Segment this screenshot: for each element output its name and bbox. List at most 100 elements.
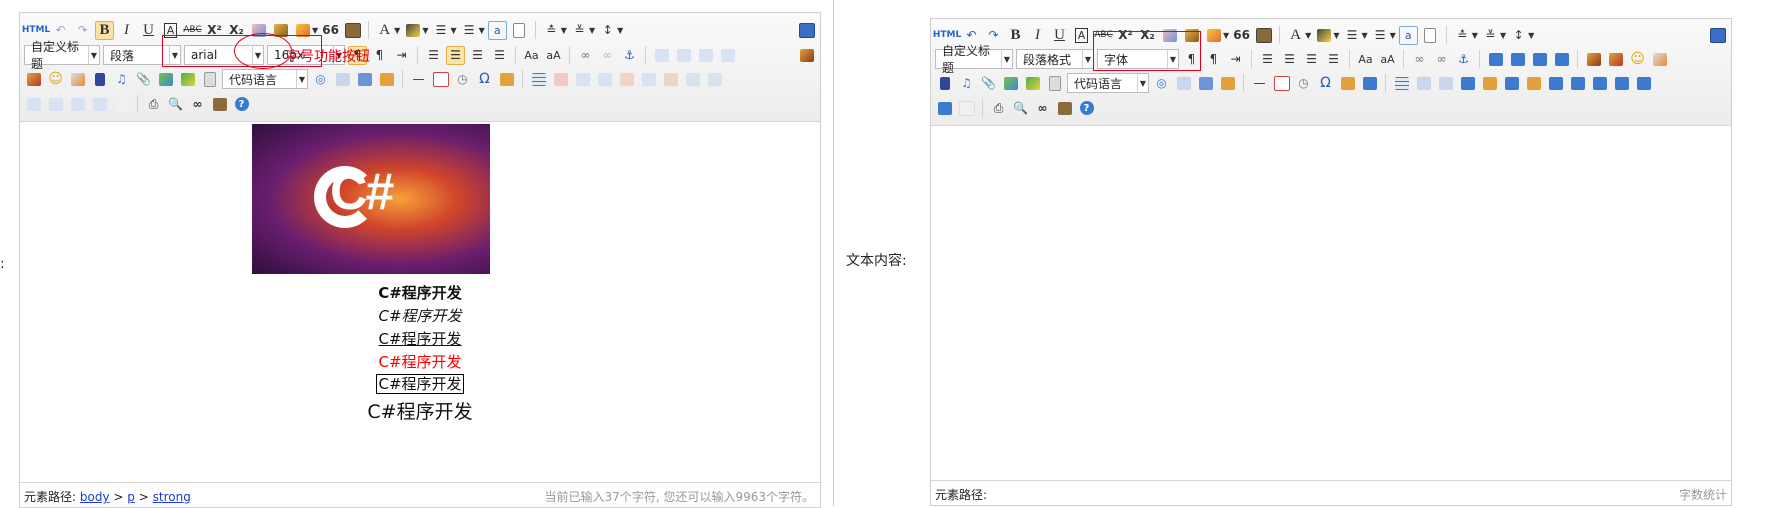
content-line-bordered[interactable]: C#程序开发	[20, 373, 820, 394]
splittocells-button[interactable]	[1612, 74, 1631, 93]
justify-center-button[interactable]: ☰	[1280, 50, 1299, 69]
help-button[interactable]: ?	[232, 95, 251, 114]
justify-left-button[interactable]: ☰	[424, 46, 443, 65]
attachment-button[interactable]: 📎	[979, 74, 998, 93]
insertrow-button[interactable]	[595, 70, 614, 89]
image-right-button[interactable]	[1530, 50, 1549, 69]
insertcode-button[interactable]	[1360, 74, 1379, 93]
tolowercase-button[interactable]: aA	[544, 46, 563, 65]
image-left-button[interactable]	[1508, 50, 1527, 69]
date-button[interactable]	[431, 70, 450, 89]
map-button[interactable]	[156, 70, 175, 89]
pagebreak-button[interactable]	[1196, 74, 1215, 93]
spechars-button[interactable]: Ω	[475, 70, 494, 89]
unordered-list-button[interactable]: ☰	[460, 21, 479, 40]
deleterow-button[interactable]	[1480, 74, 1499, 93]
splittocols-button[interactable]	[90, 95, 109, 114]
image-center-button[interactable]	[718, 46, 737, 65]
link-button[interactable]: ∞	[576, 46, 595, 65]
newpage-button[interactable]	[1421, 26, 1440, 45]
snapscreen-button[interactable]	[1218, 74, 1237, 93]
ordered-list-button[interactable]: ☰	[1342, 26, 1361, 45]
pasteplain-button[interactable]	[1254, 26, 1273, 45]
spechars-button[interactable]: Ω	[1316, 74, 1335, 93]
charts-button[interactable]	[112, 95, 131, 114]
touppercase-button[interactable]: Aa	[522, 46, 541, 65]
background-button[interactable]	[1174, 74, 1193, 93]
gmap-button[interactable]	[178, 70, 197, 89]
image-right-button[interactable]	[696, 46, 715, 65]
italic-button[interactable]: I	[1028, 26, 1047, 45]
underline-button[interactable]: U	[139, 21, 158, 40]
backcolor-button[interactable]	[1314, 26, 1333, 45]
splittorows-button[interactable]	[1634, 74, 1653, 93]
mergedown-button[interactable]	[24, 95, 43, 114]
chevron-down-icon[interactable]: ▼	[450, 26, 456, 35]
rowspacing-top-button[interactable]: ≛	[542, 21, 561, 40]
justify-justify-button[interactable]: ☰	[1324, 50, 1343, 69]
chevron-down-icon[interactable]: ▼	[589, 26, 595, 35]
print-button[interactable]: ⎙	[144, 95, 163, 114]
inserttable-button[interactable]	[1392, 74, 1411, 93]
forecolor-button[interactable]: A	[1286, 26, 1305, 45]
path-item-body[interactable]: body	[80, 490, 110, 504]
chevron-down-icon[interactable]: ▼	[1528, 31, 1534, 40]
insertframe-button[interactable]: a	[487, 20, 507, 40]
insertcol-button[interactable]	[639, 70, 658, 89]
insertvideo-button[interactable]	[90, 70, 109, 89]
multi-image-button[interactable]	[1606, 50, 1625, 69]
image-left-button[interactable]	[674, 46, 693, 65]
chevron-down-icon[interactable]: ▼	[1223, 31, 1229, 40]
webapp-button[interactable]	[1045, 74, 1064, 93]
attachment-button[interactable]: 📎	[134, 70, 153, 89]
insertframe-button[interactable]: a	[1398, 25, 1418, 45]
map-button[interactable]	[1001, 74, 1020, 93]
horizontal-rule-button[interactable]: —	[409, 70, 428, 89]
webapp-button[interactable]	[200, 70, 219, 89]
mergeright-button[interactable]	[705, 70, 724, 89]
undo-button[interactable]: ↶	[51, 21, 70, 40]
splittocells-button[interactable]	[46, 95, 65, 114]
drafts-button[interactable]	[1055, 99, 1074, 118]
emotion-button[interactable]: ☺	[1628, 50, 1647, 69]
music-button[interactable]: ♫	[957, 74, 976, 93]
chevron-down-icon[interactable]: ▼	[561, 26, 567, 35]
autotypeset-button[interactable]	[1204, 26, 1223, 45]
path-item-strong[interactable]: strong	[153, 490, 191, 504]
gmap-button[interactable]	[1023, 74, 1042, 93]
deleterow-button[interactable]	[617, 70, 636, 89]
indent-button[interactable]: ⇥	[392, 46, 411, 65]
justify-center-button[interactable]: ☰	[446, 45, 465, 65]
editor-content-area[interactable]	[931, 126, 1731, 481]
chevron-down-icon[interactable]: ▼	[617, 26, 623, 35]
music-button[interactable]: ♫	[112, 70, 131, 89]
drafts-button[interactable]	[210, 95, 229, 114]
directionality-rtl-button[interactable]: ¶	[1204, 50, 1223, 69]
deletecol-button[interactable]	[661, 70, 680, 89]
mergeright-button[interactable]	[1568, 74, 1587, 93]
chevron-down-icon[interactable]: ▼	[394, 26, 400, 35]
splittorows-button[interactable]	[68, 95, 87, 114]
charts-button[interactable]	[957, 99, 976, 118]
lineheight-button[interactable]: ↕	[598, 21, 617, 40]
newpage-button[interactable]	[510, 21, 529, 40]
insert-image-button[interactable]	[797, 46, 816, 65]
searchreplace-button[interactable]: ∞	[1033, 99, 1052, 118]
searchreplace-button[interactable]: ∞	[188, 95, 207, 114]
template-button[interactable]: ◎	[311, 70, 330, 89]
anchor-button[interactable]: ⚓	[620, 46, 639, 65]
backcolor-button[interactable]	[403, 21, 422, 40]
wordimage-button[interactable]	[1338, 74, 1357, 93]
justify-right-button[interactable]: ☰	[468, 46, 487, 65]
directionality-rtl-button[interactable]: ¶	[370, 46, 389, 65]
paragraph-select[interactable]: 段落格式 ▼	[1016, 49, 1094, 69]
deletecol-button[interactable]	[1524, 74, 1543, 93]
insertcol-button[interactable]	[1502, 74, 1521, 93]
touppercase-button[interactable]: Aa	[1356, 50, 1375, 69]
deletetable-button[interactable]	[1414, 74, 1433, 93]
word-count-button[interactable]: 字数统计	[1679, 486, 1727, 503]
path-item-p[interactable]: p	[127, 490, 135, 504]
image-none-button[interactable]	[1486, 50, 1505, 69]
preview-button[interactable]: 🔍	[166, 95, 185, 114]
insert-image-button[interactable]	[1584, 50, 1603, 69]
